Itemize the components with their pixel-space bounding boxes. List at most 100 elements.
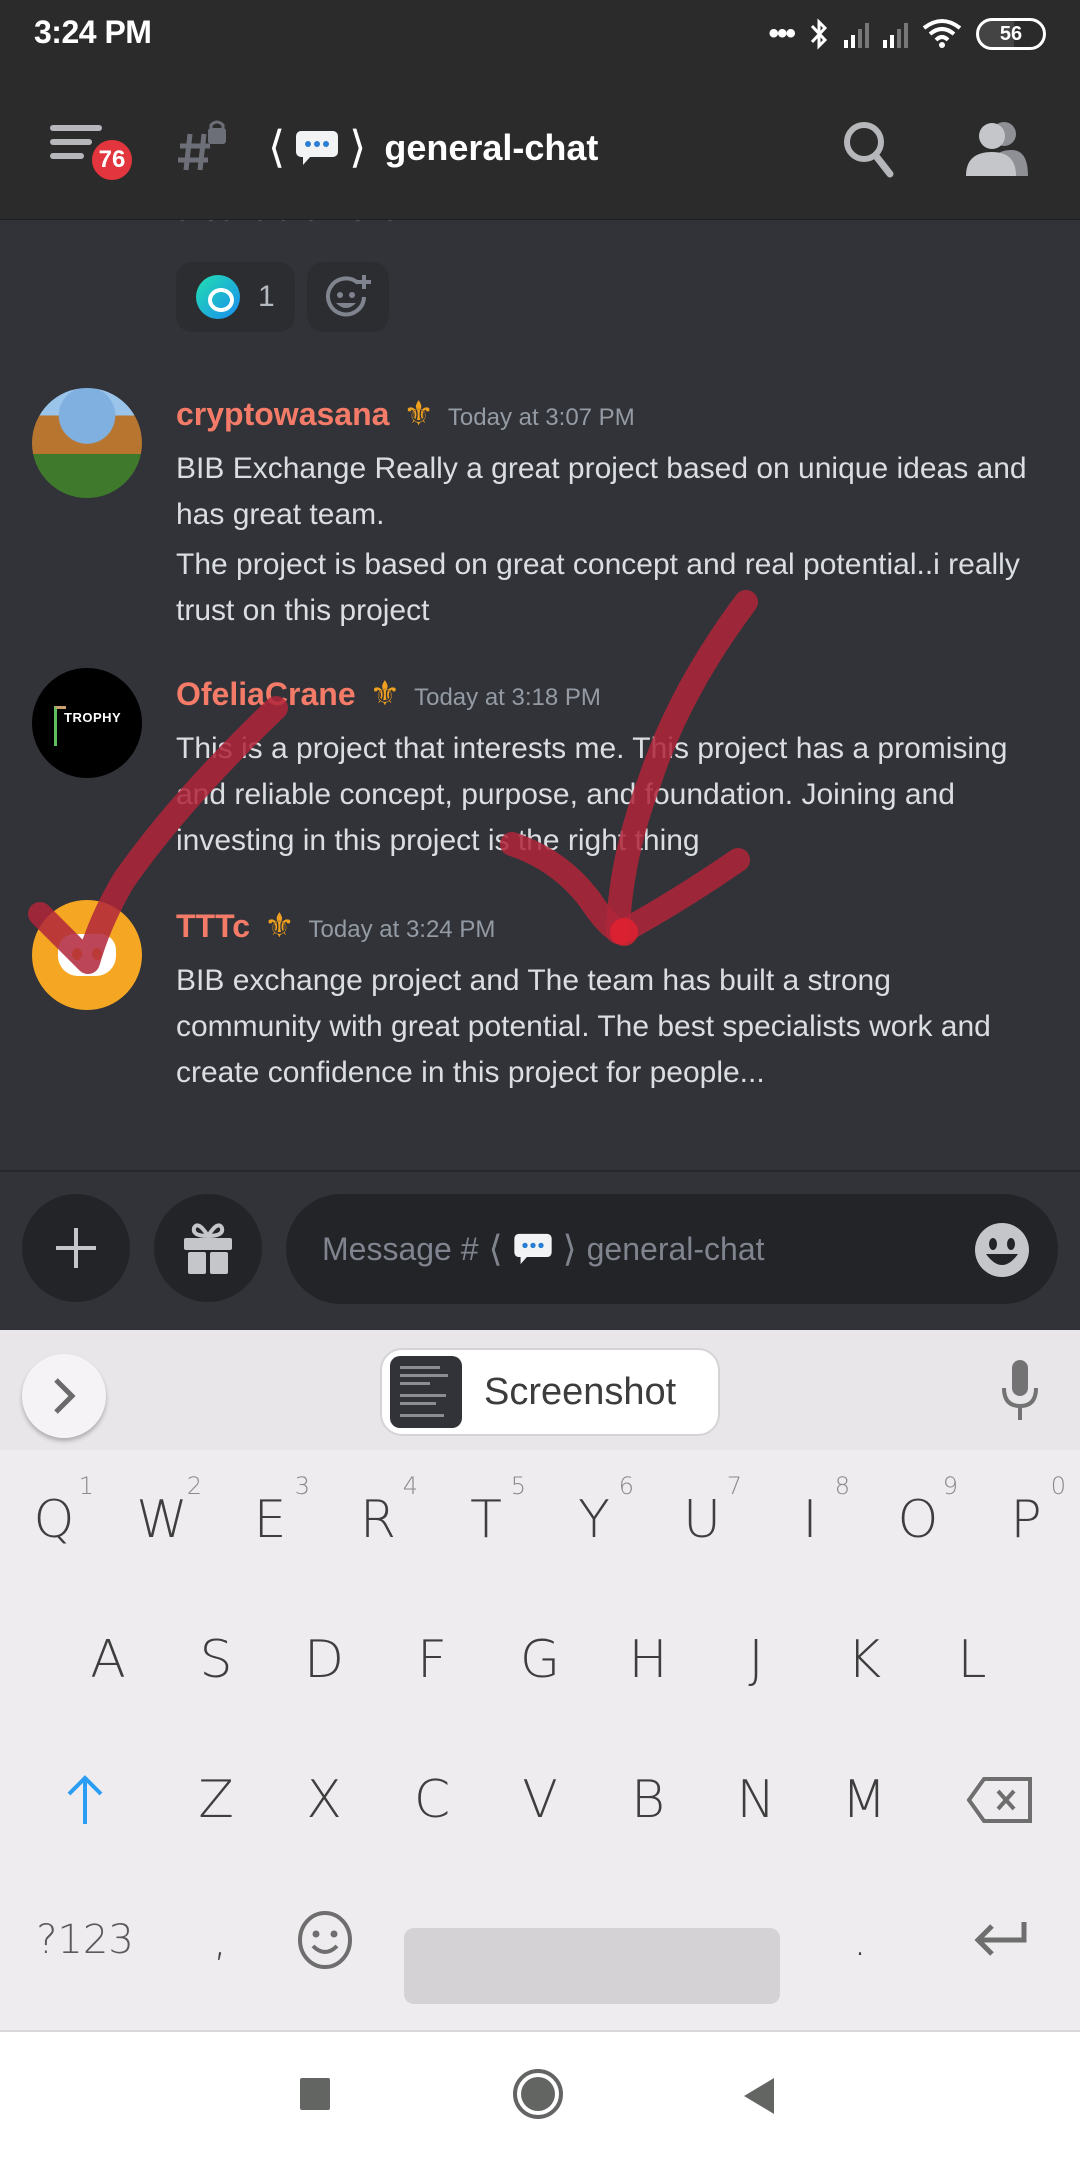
- speech-bubble-icon: [513, 1233, 552, 1265]
- key-label: O: [897, 1490, 939, 1550]
- home-icon[interactable]: [512, 2068, 564, 2120]
- speech-bubble-icon: [296, 130, 339, 165]
- key-r[interactable]: R4: [324, 1450, 432, 1590]
- enter-key[interactable]: [940, 1870, 1060, 2010]
- key-o[interactable]: O9: [864, 1450, 972, 1590]
- key-v[interactable]: V: [486, 1730, 594, 1870]
- username[interactable]: cryptowasana: [176, 396, 389, 433]
- custom-emoji-icon: [196, 275, 240, 319]
- key-number-hint: 4: [402, 1472, 418, 1500]
- input-placeholder-channel: general-chat: [586, 1230, 765, 1267]
- message-input[interactable]: Message # ⟨ ⟩ general-chat: [286, 1194, 1058, 1304]
- key-d[interactable]: D: [270, 1590, 378, 1730]
- user-avatar[interactable]: TROPHY: [32, 668, 142, 778]
- locked-channel-icon: [178, 120, 226, 171]
- spacebar-key[interactable]: [404, 1928, 780, 2004]
- username[interactable]: TTTc: [176, 908, 250, 945]
- key-b[interactable]: B: [594, 1730, 702, 1870]
- avatar-text: TROPHY: [64, 710, 122, 725]
- message-paragraph: The project is based on great concept an…: [176, 548, 1020, 627]
- wifi-icon: [922, 19, 962, 48]
- symbols-key[interactable]: ?123: [20, 1870, 150, 2010]
- keyboard-row-2: ASDFGHJKL: [0, 1590, 1080, 1730]
- key-h[interactable]: H: [594, 1590, 702, 1730]
- input-placeholder-prefix: Message #: [322, 1230, 479, 1267]
- previous-message-tail: around the world.: [176, 220, 408, 228]
- signal-1-icon: [844, 20, 869, 48]
- key-l[interactable]: L: [918, 1590, 1026, 1730]
- channel-title: ⟨ ⟩ general-chat: [268, 122, 598, 173]
- unread-badge: 76: [88, 136, 136, 184]
- emoji-smiley-icon: [298, 1911, 352, 1969]
- keyboard-row-4: ?123 , .: [0, 1870, 1080, 2010]
- key-i[interactable]: I8: [756, 1450, 864, 1590]
- key-f[interactable]: F: [378, 1590, 486, 1730]
- key-p[interactable]: P0: [972, 1450, 1080, 1590]
- clipboard-suggestion[interactable]: Screenshot: [380, 1348, 720, 1436]
- key-z[interactable]: Z: [162, 1730, 270, 1870]
- key-y[interactable]: Y6: [540, 1450, 648, 1590]
- keyboard: Q1W2E3R4T5Y6U7I8O9P0 ASDFGHJKL ZXCVBNM ?…: [0, 1450, 1080, 2030]
- attach-button[interactable]: [22, 1194, 130, 1302]
- key-n[interactable]: N: [702, 1730, 810, 1870]
- android-navigation-bar: [0, 2030, 1080, 2160]
- key-label: P: [1010, 1490, 1042, 1550]
- key-j[interactable]: J: [702, 1590, 810, 1730]
- key-label: I: [802, 1490, 818, 1550]
- key-w[interactable]: W2: [108, 1450, 216, 1590]
- annotation-arrow-tip: [610, 918, 638, 946]
- shift-key[interactable]: [20, 1730, 150, 1870]
- key-a[interactable]: A: [54, 1590, 162, 1730]
- add-reaction-button[interactable]: [306, 262, 389, 332]
- gift-button[interactable]: [154, 1194, 262, 1302]
- battery-indicator: 56: [976, 18, 1046, 50]
- microphone-icon[interactable]: [1000, 1360, 1040, 1422]
- period-key[interactable]: .: [800, 1870, 920, 2010]
- status-time: 3:24 PM: [34, 14, 152, 50]
- key-c[interactable]: C: [378, 1730, 486, 1870]
- key-label: Q: [33, 1490, 75, 1550]
- key-u[interactable]: U7: [648, 1450, 756, 1590]
- gift-icon: [184, 1223, 232, 1274]
- keyboard-expand-button[interactable]: [22, 1354, 106, 1438]
- key-number-hint: 3: [294, 1472, 310, 1500]
- message-header: OfeliaCrane ⚜ Today at 3:18 PM: [176, 674, 601, 714]
- message-paragraph: BIB exchange project and The team has bu…: [176, 964, 991, 1089]
- message-list[interactable]: around the world. 1 cryptowasana ⚜ Today…: [0, 220, 1080, 1170]
- key-t[interactable]: T5: [432, 1450, 540, 1590]
- back-icon[interactable]: [742, 2076, 776, 2116]
- recent-apps-icon[interactable]: [298, 2076, 332, 2112]
- message-timestamp: Today at 3:07 PM: [447, 404, 635, 431]
- add-reaction-icon: [325, 275, 371, 317]
- members-icon[interactable]: [966, 120, 1028, 176]
- search-icon[interactable]: [842, 120, 896, 178]
- channel-bracket-right: ⟩: [349, 123, 367, 172]
- user-avatar[interactable]: [32, 388, 142, 498]
- key-e[interactable]: E3: [216, 1450, 324, 1590]
- username[interactable]: OfeliaCrane: [176, 676, 356, 713]
- emoji-key[interactable]: [270, 1870, 380, 2010]
- key-s[interactable]: S: [162, 1590, 270, 1730]
- shift-arrow-icon: [67, 1775, 103, 1824]
- key-m[interactable]: M: [810, 1730, 918, 1870]
- backspace-key[interactable]: [940, 1730, 1060, 1870]
- key-number-hint: 0: [1050, 1472, 1066, 1500]
- key-q[interactable]: Q1: [0, 1450, 108, 1590]
- screenshot-thumbnail: [390, 1356, 462, 1428]
- key-x[interactable]: X: [270, 1730, 378, 1870]
- enter-return-icon: [974, 1922, 1027, 1956]
- message-content: BIB Exchange Really a great project base…: [176, 446, 1036, 634]
- message-paragraph: BIB Exchange Really a great project base…: [176, 452, 1027, 531]
- message-composer: Message # ⟨ ⟩ general-chat: [0, 1170, 1080, 1330]
- reaction-pill[interactable]: 1: [176, 262, 295, 332]
- key-number-hint: 8: [834, 1472, 850, 1500]
- user-avatar[interactable]: [32, 900, 142, 1010]
- key-k[interactable]: K: [810, 1590, 918, 1730]
- emoji-picker-icon[interactable]: [974, 1222, 1030, 1278]
- channel-bracket-left: ⟨: [488, 1228, 503, 1269]
- key-number-hint: 9: [942, 1472, 958, 1500]
- key-g[interactable]: G: [486, 1590, 594, 1730]
- comma-key[interactable]: ,: [160, 1870, 280, 2010]
- message-timestamp: Today at 3:24 PM: [308, 916, 496, 943]
- status-bar: 3:24 PM ••• 56: [0, 0, 1080, 70]
